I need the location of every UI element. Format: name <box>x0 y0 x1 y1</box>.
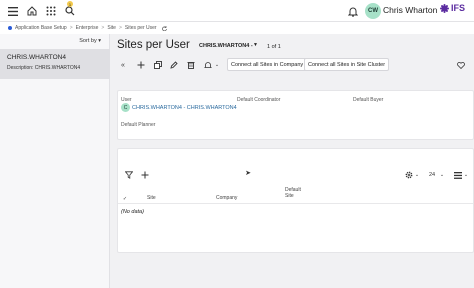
breadcrumb-item[interactable]: Site <box>107 25 116 31</box>
ifs-logo-mark-icon <box>440 3 449 13</box>
default-coordinator-label: Default Coordinator <box>237 97 281 103</box>
user-name[interactable]: Chris Wharton <box>383 5 437 15</box>
column-header-company[interactable]: Company <box>216 195 237 201</box>
collapse-left-icon[interactable]: « <box>117 59 129 71</box>
table-header-divider <box>118 203 473 204</box>
record-pager: 1 of 1 <box>267 44 281 50</box>
apps-grid-icon[interactable] <box>44 4 58 18</box>
breadcrumb-item[interactable]: Enterprise <box>76 25 99 31</box>
list-item-description: Description: CHRIS.WHARTON4 <box>7 65 103 71</box>
chevron-down-icon[interactable]: ⌄ <box>460 169 472 181</box>
toolbar: « ⌄ Connect all Sites in Company Connect… <box>110 56 474 74</box>
page-title: Sites per User <box>117 39 190 51</box>
bell-icon[interactable] <box>346 4 360 18</box>
main-content: Sites per User CHRIS.WHARTON4 - ▼ 1 of 1… <box>110 34 474 288</box>
filter-funnel-icon[interactable] <box>123 169 135 181</box>
add-icon[interactable] <box>135 59 147 71</box>
empty-table-message: (No data) <box>121 209 144 215</box>
breadcrumb-item[interactable]: Application Base Setup <box>15 25 67 31</box>
delete-trash-icon[interactable] <box>185 59 197 71</box>
list-item[interactable]: CHRIS.WHARTON4 Description: CHRIS.WHARTO… <box>0 49 110 79</box>
description-label: Description: <box>7 65 34 71</box>
record-list-sidebar: Sort by ▾ CHRIS.WHARTON4 Description: CH… <box>0 34 110 288</box>
add-row-icon[interactable] <box>139 169 151 181</box>
default-buyer-label: Default Buyer <box>353 97 384 103</box>
home-icon[interactable] <box>25 4 39 18</box>
column-header-default-site[interactable]: Default Site <box>285 187 305 199</box>
duplicate-icon[interactable] <box>152 59 164 71</box>
connect-all-sites-cluster-button[interactable]: Connect all Sites in Site Cluster <box>304 58 390 71</box>
notification-badge: 1 <box>67 1 73 7</box>
sites-table-card: ➤ ⌄ 24 ⌄ ⌄ ✓ Site Company Default Site (… <box>117 148 474 253</box>
chevron-down-icon[interactable]: ⌄ <box>211 59 223 71</box>
caret-down-icon[interactable]: ▼ <box>253 42 258 48</box>
details-card: User C CHRIS.WHARTON4 - CHRIS.WHARTON4 D… <box>117 90 474 140</box>
connect-all-sites-company-button[interactable]: Connect all Sites in Company <box>227 58 308 71</box>
breadcrumb: Application Base Setup > Enterprise > Si… <box>0 22 474 34</box>
edit-pencil-icon[interactable] <box>168 59 180 71</box>
breadcrumb-separator: > <box>101 25 105 31</box>
column-header-site[interactable]: Site <box>147 195 156 201</box>
description-value: CHRIS.WHARTON4 <box>34 65 81 71</box>
breadcrumb-home-dot[interactable] <box>8 26 12 30</box>
chevron-down-icon[interactable]: ⌄ <box>436 169 448 181</box>
chevron-down-icon[interactable]: ⌄ <box>411 169 423 181</box>
list-item-title: CHRIS.WHARTON4 <box>7 54 66 61</box>
sort-label[interactable]: Sort by <box>79 38 96 44</box>
mouse-cursor-icon: ➤ <box>245 170 251 177</box>
breadcrumb-separator: > <box>69 25 73 31</box>
ifs-logo-text: IFS <box>451 3 466 13</box>
favorite-heart-icon[interactable] <box>455 59 467 71</box>
breadcrumb-item: Sites per User <box>124 25 157 31</box>
menu-icon[interactable] <box>6 4 20 18</box>
refresh-icon[interactable] <box>161 25 167 31</box>
default-planner-label: Default Planner <box>121 122 156 128</box>
user-chip-avatar: C <box>121 103 130 112</box>
avatar[interactable]: CW <box>365 3 381 19</box>
breadcrumb-separator: > <box>118 25 122 31</box>
record-selector[interactable]: CHRIS.WHARTON4 - <box>199 43 253 49</box>
sort-control[interactable]: Sort by ▾ <box>79 38 101 44</box>
user-value-link[interactable]: CHRIS.WHARTON4 - CHRIS.WHARTON4 <box>132 105 237 111</box>
top-bar: 1 CW Chris Wharton IFS <box>0 0 474 22</box>
ifs-logo: IFS <box>440 3 465 13</box>
chevron-down-icon: ▾ <box>98 38 101 44</box>
